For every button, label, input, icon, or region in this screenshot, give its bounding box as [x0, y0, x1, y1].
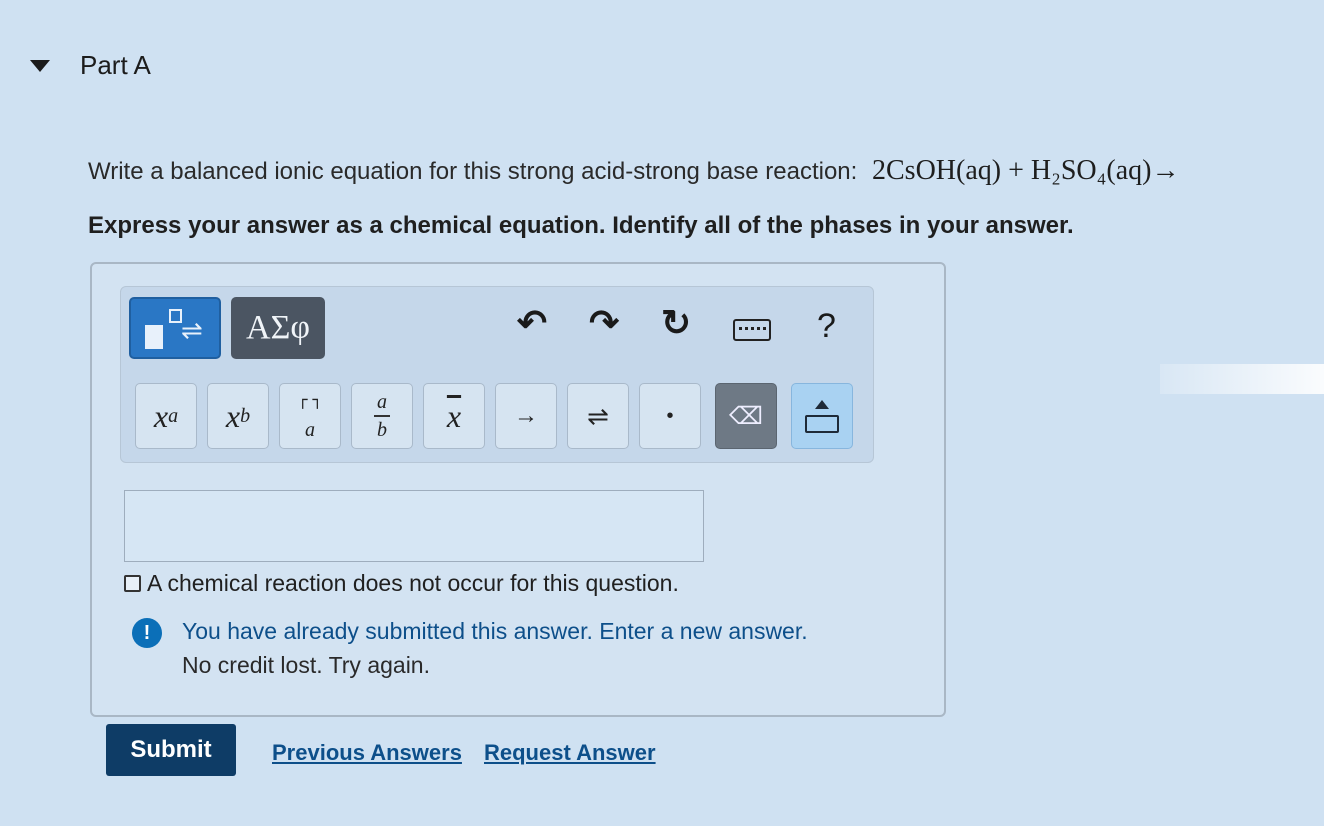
reaction-arrow-button[interactable]: → — [495, 383, 557, 449]
answer-input[interactable] — [124, 490, 704, 562]
fraction-numerator: a — [377, 391, 387, 413]
no-reaction-option[interactable]: A chemical reaction does not occur for t… — [124, 570, 679, 597]
submit-button[interactable]: Submit — [106, 724, 236, 776]
fraction-bar — [374, 415, 390, 417]
question-prompt: Write a balanced ionic equation for this… — [88, 158, 858, 185]
no-reaction-label: A chemical reaction does not occur for t… — [147, 570, 679, 596]
undo-icon[interactable]: ↶ — [517, 305, 547, 341]
part-header[interactable]: Part A — [30, 50, 151, 81]
equilibrium-arrow-button[interactable]: ⇌ — [567, 383, 629, 449]
charge-button[interactable]: ┌ ┐ a — [279, 383, 341, 449]
request-answer-link[interactable]: Request Answer — [484, 740, 656, 766]
greek-symbols-button[interactable]: ΑΣφ — [231, 297, 325, 359]
feedback-message: ! You have already submitted this answer… — [132, 614, 808, 682]
fraction-denominator: b — [377, 419, 387, 441]
previous-answers-link[interactable]: Previous Answers — [272, 740, 462, 766]
keyboard-up-icon — [805, 399, 839, 433]
charge-label: a — [305, 419, 315, 441]
screen-glare — [1160, 364, 1324, 394]
answer-instruction: Express your answer as a chemical equati… — [88, 212, 1074, 239]
delete-button[interactable]: ⌫ — [715, 383, 777, 449]
collapse-triangle-icon[interactable] — [30, 59, 50, 72]
show-keyboard-button[interactable] — [791, 383, 853, 449]
superscript-base: x — [153, 397, 169, 434]
equation-toolbar: ⇌ ΑΣφ ↶ ↷ ↻ ? xa xb ┌ ┐ a a b x → ⇌ • ⌫ — [120, 286, 874, 463]
answer-panel: ⇌ ΑΣφ ↶ ↷ ↻ ? xa xb ┌ ┐ a a b x → ⇌ • ⌫ — [90, 262, 946, 717]
no-reaction-checkbox[interactable] — [124, 575, 141, 592]
keyboard-shortcuts-icon[interactable] — [733, 319, 771, 341]
part-title: Part A — [80, 50, 151, 80]
overline-button[interactable]: x — [423, 383, 485, 449]
subscript-button[interactable]: xb — [207, 383, 269, 449]
superscript-button[interactable]: xa — [135, 383, 197, 449]
help-button[interactable]: ? — [817, 307, 836, 346]
superscript-exponent: a — [168, 404, 179, 427]
redo-icon[interactable]: ↷ — [589, 305, 619, 341]
question-text: Write a balanced ionic equation for this… — [88, 155, 1308, 187]
template-arrows-icon: ⇌ — [181, 315, 203, 345]
dot-button[interactable]: • — [639, 383, 701, 449]
charge-bracket: ┌ ┐ — [297, 390, 323, 409]
subscript-index: b — [240, 404, 251, 427]
templates-button[interactable]: ⇌ — [129, 297, 221, 359]
reset-icon[interactable]: ↻ — [661, 305, 691, 341]
exclamation-icon: ! — [132, 618, 162, 648]
fraction-button[interactable]: a b — [351, 383, 413, 449]
reaction-equation: 2CsOH(aq) + H₂SO₄(aq)→ — [872, 155, 1180, 186]
subscript-base: x — [225, 397, 241, 434]
feedback-line-1: You have already submitted this answer. … — [182, 618, 808, 644]
template-box-icon — [145, 325, 163, 349]
backspace-icon: ⌫ — [729, 402, 763, 430]
feedback-line-2: No credit lost. Try again. — [182, 652, 430, 678]
